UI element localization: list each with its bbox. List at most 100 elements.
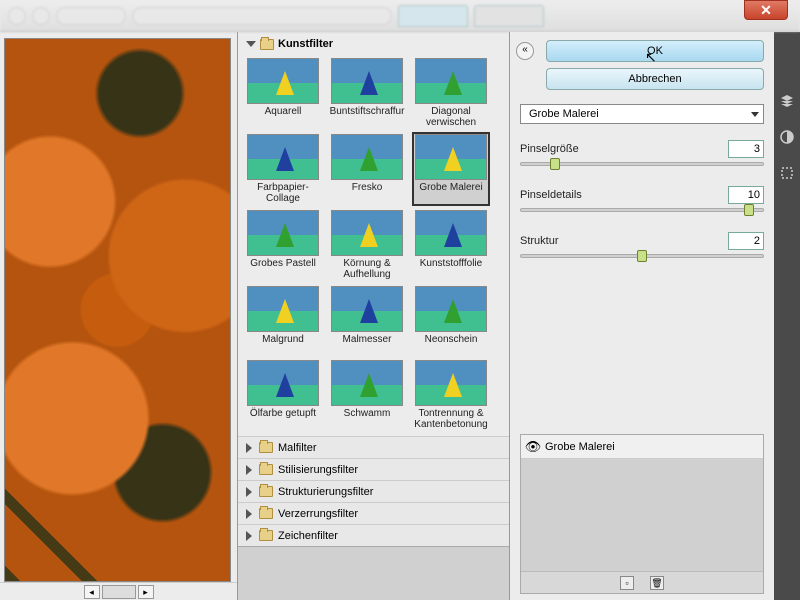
category-label: Kunstfilter [278, 38, 333, 50]
scroll-right-icon[interactable]: ▸ [138, 585, 154, 599]
preview-pane: ◂ ▸ [0, 32, 238, 600]
category-label: Verzerrungsfilter [278, 508, 358, 520]
ok-button[interactable]: OK ↖ [546, 40, 764, 62]
category-kunstfilter[interactable]: Kunstfilter [238, 32, 509, 54]
folder-icon [259, 530, 273, 541]
filter-thumb-image [415, 134, 487, 180]
filter-thumb[interactable]: Farbpapier-Collage [244, 132, 322, 206]
filter-thumb[interactable]: Fresko [328, 132, 406, 206]
filter-thumb[interactable]: Ölfarbe getupft [244, 358, 322, 432]
param-brushsize-label: Pinselgröße [520, 143, 579, 155]
filter-thumb[interactable]: Kunststofffolie [412, 208, 490, 282]
category-row[interactable]: Zeichenfilter [238, 524, 509, 546]
trash-icon[interactable]: 🗑 [650, 576, 664, 590]
scroll-thumb[interactable] [102, 585, 136, 599]
crop-icon[interactable] [778, 164, 796, 182]
filter-thumb-label: Malgrund [262, 332, 304, 354]
category-row[interactable]: Verzerrungsfilter [238, 502, 509, 524]
filter-thumb-image [247, 58, 319, 104]
filter-gallery: Kunstfilter Aquarell BuntstiftschraffurDi… [238, 32, 510, 600]
category-label: Malfilter [278, 442, 317, 454]
filter-dropdown[interactable]: Grobe Malerei [520, 104, 764, 124]
filter-thumb-label: Grobe Malerei [419, 180, 482, 202]
filter-thumb-label: Neonschein [425, 332, 478, 354]
param-brushsize-slider[interactable] [520, 162, 764, 166]
chevron-right-icon [246, 443, 252, 453]
chevron-right-icon [246, 531, 252, 541]
preview-hscrollbar[interactable]: ◂ ▸ [0, 582, 237, 600]
param-brushdetail-label: Pinseldetails [520, 189, 582, 201]
scroll-left-icon[interactable]: ◂ [84, 585, 100, 599]
filter-thumb-image [331, 58, 403, 104]
visibility-icon[interactable]: 👁 [521, 439, 545, 455]
param-brushsize-input[interactable] [728, 140, 764, 158]
filter-thumb-label: Grobes Pastell [250, 256, 316, 278]
chevron-right-icon [246, 509, 252, 519]
filter-thumb[interactable]: Neonschein [412, 284, 490, 356]
filter-thumb[interactable]: Grobe Malerei [412, 132, 490, 206]
window-close-button[interactable]: ✕ [744, 0, 788, 20]
folder-icon [260, 39, 274, 50]
filter-thumb[interactable]: Schwamm [328, 358, 406, 432]
chevron-right-icon [246, 487, 252, 497]
filter-thumb-image [415, 360, 487, 406]
chevron-right-icon [246, 465, 252, 475]
filter-thumb[interactable]: Malmesser [328, 284, 406, 356]
chevron-down-icon [246, 41, 256, 47]
filter-thumb-label: Aquarell [265, 104, 302, 126]
layer-row[interactable]: 👁 Grobe Malerei [521, 435, 763, 459]
category-label: Zeichenfilter [278, 530, 338, 542]
filter-thumb-image [415, 210, 487, 256]
cancel-button[interactable]: Abbrechen [546, 68, 764, 90]
param-brushdetail-input[interactable] [728, 186, 764, 204]
category-row[interactable]: Malfilter [238, 436, 509, 458]
adjustments-icon[interactable] [778, 128, 796, 146]
filter-thumb[interactable]: Aquarell [244, 56, 322, 130]
filter-thumb-label: Tontrennung & Kantenbetonung [414, 406, 488, 430]
filter-thumb-label: Körnung & Aufhellung [330, 256, 404, 280]
filter-thumb-image [247, 134, 319, 180]
ok-button-label: OK [647, 45, 663, 57]
filter-thumb-label: Ölfarbe getupft [250, 406, 316, 428]
param-brushdetail-slider[interactable] [520, 208, 764, 212]
folder-icon [259, 464, 273, 475]
filter-thumb-image [247, 360, 319, 406]
category-row[interactable]: Strukturierungsfilter [238, 480, 509, 502]
filter-thumb[interactable]: Buntstiftschraffur [328, 56, 406, 130]
filter-thumb-image [331, 210, 403, 256]
category-row[interactable]: Stilisierungsfilter [238, 458, 509, 480]
filter-thumb[interactable]: Körnung & Aufhellung [328, 208, 406, 282]
filter-thumb-image [331, 360, 403, 406]
filter-thumb-image [331, 286, 403, 332]
param-texture-label: Struktur [520, 235, 559, 247]
filter-thumb[interactable]: Tontrennung & Kantenbetonung [412, 358, 490, 432]
collapse-icon[interactable]: « [516, 42, 534, 60]
filter-thumb-image [247, 286, 319, 332]
filter-thumb-image [331, 134, 403, 180]
param-texture-slider[interactable] [520, 254, 764, 258]
filter-thumb-image [415, 286, 487, 332]
layer-name: Grobe Malerei [545, 441, 615, 453]
dropdown-selected: Grobe Malerei [529, 108, 599, 120]
filter-thumb-label: Kunststofffolie [420, 256, 482, 278]
folder-icon [259, 486, 273, 497]
filter-thumb-label: Fresko [352, 180, 383, 202]
filter-thumb-label: Schwamm [344, 406, 391, 428]
controls-panel: « OK ↖ Abbrechen Grobe Malerei Pinselgrö… [510, 32, 774, 600]
side-toolbar [774, 32, 800, 600]
filter-thumb[interactable]: Diagonal verwischen [412, 56, 490, 130]
filter-thumb[interactable]: Malgrund [244, 284, 322, 356]
filter-thumb-label: Farbpapier-Collage [246, 180, 320, 204]
new-layer-icon[interactable]: ▫ [620, 576, 634, 590]
chevron-down-icon [751, 112, 759, 117]
folder-icon [259, 508, 273, 519]
layers-icon[interactable] [778, 92, 796, 110]
filter-thumb-label: Malmesser [343, 332, 392, 354]
param-texture-input[interactable] [728, 232, 764, 250]
category-label: Stilisierungsfilter [278, 464, 358, 476]
filter-thumb[interactable]: Grobes Pastell [244, 208, 322, 282]
effect-layers-panel: 👁 Grobe Malerei ▫ 🗑 [520, 434, 764, 594]
cancel-button-label: Abbrechen [628, 73, 681, 85]
category-label: Strukturierungsfilter [278, 486, 373, 498]
filter-preview[interactable] [4, 38, 231, 582]
